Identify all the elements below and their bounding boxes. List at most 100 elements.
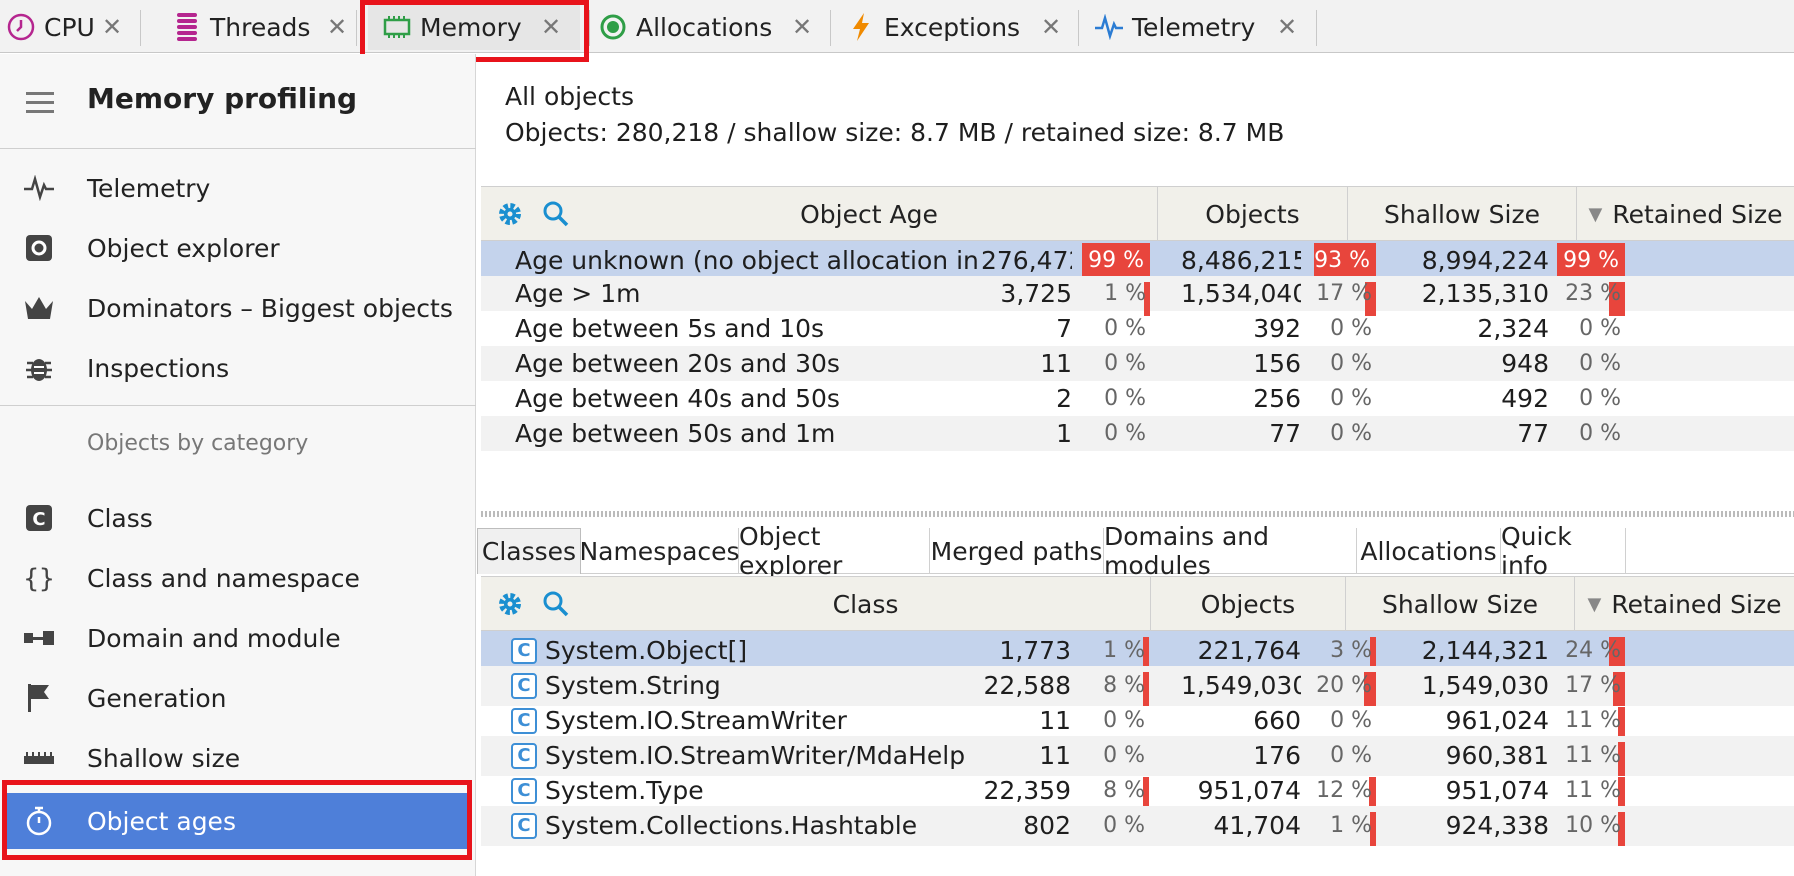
gear-icon[interactable] <box>495 589 525 619</box>
search-icon[interactable] <box>541 589 571 619</box>
row-name: System.Collections.Hashtable <box>545 811 918 840</box>
sidebar-item-inspections[interactable]: Inspections <box>0 340 476 396</box>
column-header-shallow-size[interactable]: Shallow Size <box>1346 577 1575 631</box>
close-icon[interactable]: ✕ <box>102 13 122 41</box>
subtab-merged-paths[interactable]: Merged paths <box>930 528 1104 574</box>
tab-telemetry[interactable]: Telemetry ✕ <box>1094 4 1297 50</box>
sidebar-item-domain-and-module[interactable]: Domain and module <box>0 610 476 666</box>
hamburger-menu-icon[interactable] <box>26 92 54 119</box>
close-icon[interactable]: ✕ <box>327 13 347 41</box>
close-icon[interactable]: ✕ <box>1041 13 1061 41</box>
subtab-object-explorer[interactable]: Object explorer <box>739 522 930 580</box>
tab-label: Allocations <box>636 12 773 42</box>
metric-value: 961,024 <box>1445 706 1549 735</box>
threads-icon <box>172 12 202 42</box>
table-row[interactable]: Age between 5s and 10s 7 0 % 392 0 % 2,324 0 % <box>481 311 1794 346</box>
percent-label: 0 % <box>1104 386 1146 411</box>
table-row[interactable]: Age > 1m 3,725 1 % 1,534,040 17 % 2,135,310 23… <box>481 276 1794 316</box>
metric-value: 951,074 <box>1197 776 1301 805</box>
table-row[interactable]: C System.Object[] 1,773 1 % 221,764 3 % 2,144,… <box>481 631 1794 671</box>
tab-cpu[interactable]: CPU ✕ <box>6 4 122 50</box>
table-row[interactable]: C System.IO.StreamWriter/MdaHelper 11 0 % 17… <box>481 736 1794 776</box>
row-name: System.Object[] <box>545 636 748 665</box>
crown-icon <box>22 292 56 324</box>
sort-desc-icon: ▼ <box>1587 593 1602 615</box>
close-icon[interactable]: ✕ <box>792 13 812 41</box>
object-age-table: Object Age Objects Shallow Size ▼ Retaine… <box>481 186 1794 506</box>
class-table: Class Objects Shallow Size ▼ Retained Siz… <box>481 576 1794 876</box>
allocations-icon <box>598 12 628 42</box>
metric-value: 660 <box>1253 706 1301 735</box>
metric-value: 77 <box>1517 419 1549 448</box>
percent-label: 0 % <box>1330 421 1372 446</box>
column-header-objects[interactable]: Objects <box>1158 187 1348 241</box>
percent-label: 0 % <box>1330 316 1372 341</box>
splitter-handle[interactable] <box>481 511 1794 517</box>
metric-value: 156 <box>1253 349 1301 378</box>
metric-value: 7 <box>1056 314 1072 343</box>
subtab-domains-and-modules[interactable]: Domains and modules <box>1104 522 1357 580</box>
metric-value: 3,725 <box>1000 279 1072 308</box>
table-header: Class Objects Shallow Size ▼ Retained Siz… <box>481 577 1794 631</box>
subtab-allocations[interactable]: Allocations <box>1357 528 1501 574</box>
tab-exceptions[interactable]: Exceptions ✕ <box>846 4 1061 50</box>
metric-value: 8,486,215 <box>1181 246 1301 275</box>
sidebar-item-generation[interactable]: Generation <box>0 670 476 726</box>
subtab-namespaces[interactable]: Namespaces <box>579 528 740 574</box>
sidebar-item-object-explorer[interactable]: Object explorer <box>0 220 476 276</box>
metric-value: 924,338 <box>1445 811 1549 840</box>
subtab-classes[interactable]: Classes <box>477 528 581 574</box>
metric-value: 276,472 <box>981 246 1072 275</box>
sort-desc-icon: ▼ <box>1588 203 1603 225</box>
class-icon: C <box>511 743 537 769</box>
tab-threads[interactable]: Threads ✕ <box>172 4 347 50</box>
column-header-object-age[interactable]: Object Age <box>581 187 1158 241</box>
clock-icon <box>6 12 36 42</box>
column-header-class[interactable]: Class <box>581 577 1151 631</box>
sidebar-item-dominators[interactable]: Dominators – Biggest objects <box>0 280 476 336</box>
gear-icon[interactable] <box>495 199 525 229</box>
subtab-bar: Classes Namespaces Object explorer Merged p… <box>477 522 1794 580</box>
module-icon <box>22 622 56 654</box>
table-row[interactable]: C System.Collections.Hashtable 802 0 % 41,70… <box>481 806 1794 846</box>
sidebar-title: Memory profiling <box>87 82 358 115</box>
metric-value: 11 <box>1039 706 1071 735</box>
sidebar-item-telemetry[interactable]: Telemetry <box>0 160 476 216</box>
column-header-retained-size[interactable]: ▼ Retained Size <box>1575 577 1794 631</box>
table-header: Object Age Objects Shallow Size ▼ Retaine… <box>481 187 1794 241</box>
table-row[interactable]: Age unknown (no object allocation inform… <box>481 241 1794 281</box>
column-header-objects[interactable]: Objects <box>1151 577 1346 631</box>
table-row[interactable]: C System.String 22,588 8 % 1,549,030 20 % 1,54… <box>481 666 1794 706</box>
table-row[interactable]: Age between 40s and 50s 2 0 % 256 0 % 492 0 % <box>481 381 1794 416</box>
column-header-retained-size[interactable]: ▼ Retained Size <box>1577 187 1794 241</box>
percent-label: 11 % <box>1565 708 1621 733</box>
search-icon[interactable] <box>541 199 571 229</box>
object-icon <box>22 232 56 264</box>
metric-value: 2,144,321 <box>1421 636 1549 665</box>
sidebar-item-class-and-namespace[interactable]: {} Class and namespace <box>0 550 476 606</box>
telemetry-icon <box>1094 12 1124 42</box>
ruler-icon <box>22 742 56 774</box>
sidebar-item-class[interactable]: C Class <box>0 490 476 546</box>
tab-allocations[interactable]: Allocations ✕ <box>598 4 812 50</box>
table-row[interactable]: Age between 50s and 1m 1 0 % 77 0 % 77 0 % <box>481 416 1794 451</box>
percent-label: 0 % <box>1579 351 1621 376</box>
column-header-shallow-size[interactable]: Shallow Size <box>1348 187 1577 241</box>
subtab-quick-info[interactable]: Quick info <box>1501 522 1626 580</box>
close-icon[interactable]: ✕ <box>1277 13 1297 41</box>
row-name: System.Type <box>545 776 704 805</box>
row-name: Age between 20s and 30s <box>515 349 840 378</box>
percent-label: 1 % <box>1104 281 1146 306</box>
row-name: Age between 40s and 50s <box>515 384 840 413</box>
tab-bar: CPU ✕ Threads ✕ Memory ✕ Allocations ✕ E… <box>0 0 1794 62</box>
sidebar-item-shallow-size[interactable]: Shallow size <box>0 730 476 786</box>
table-row[interactable]: Age between 20s and 30s 11 0 % 156 0 % 948 0 % <box>481 346 1794 381</box>
svg-text:{}: {} <box>23 564 54 593</box>
metric-value: 41,704 <box>1213 811 1301 840</box>
table-row[interactable]: C System.Type 22,359 8 % 951,074 12 % 951,074 1… <box>481 771 1794 811</box>
table-row[interactable]: C System.IO.StreamWriter 11 0 % 660 0 % 961,02… <box>481 701 1794 741</box>
metric-value: 22,588 <box>983 671 1071 700</box>
percent-label: 24 % <box>1565 638 1621 663</box>
tab-label: Threads <box>210 12 311 42</box>
summary-stats: Objects: 280,218 / shallow size: 8.7 MB … <box>505 118 1285 147</box>
